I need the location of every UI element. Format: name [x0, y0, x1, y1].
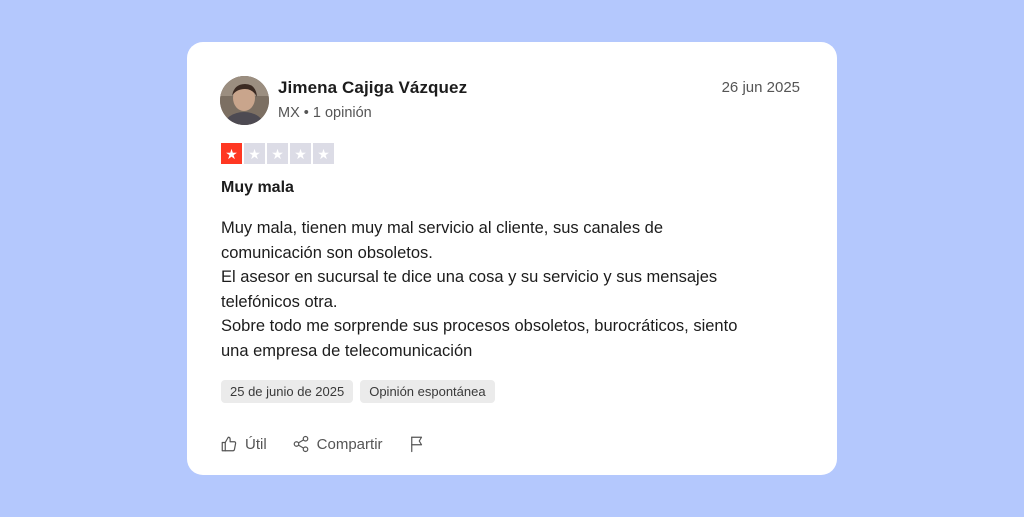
share-label: Compartir	[316, 435, 383, 453]
review-date: 26 jun 2025	[721, 79, 800, 96]
reviewer-meta: MX • 1 opinión	[278, 105, 372, 121]
review-body-line: Muy mala, tienen muy mal servicio al cli…	[221, 219, 664, 237]
review-body-line: telefónicos otra.	[221, 292, 338, 311]
review-body-line: comunicación son obsoletos.	[221, 243, 433, 262]
flag-icon	[408, 435, 426, 453]
useful-button[interactable]: Útil	[220, 435, 267, 453]
thumbs-up-icon	[220, 435, 238, 453]
star-rating: ★ ★ ★ ★ ★	[221, 143, 334, 164]
review-card: Jimena Cajiga Vázquez MX • 1 opinión 26 …	[187, 42, 837, 475]
star-icon: ★	[221, 143, 242, 164]
spontaneous-review-tag[interactable]: Opinión espontánea	[360, 380, 495, 403]
avatar[interactable]	[220, 76, 269, 125]
report-button[interactable]	[408, 435, 426, 453]
review-tags: 25 de junio de 2025 Opinión espontánea	[221, 380, 495, 403]
star-icon: ★	[244, 143, 265, 164]
share-icon	[292, 435, 310, 453]
review-body-line: una empresa de telecomunicación	[221, 341, 473, 360]
review-title: Muy mala	[221, 179, 294, 196]
review-actions: Útil Compartir	[220, 435, 426, 453]
reviewer-name[interactable]: Jimena Cajiga Vázquez	[278, 78, 467, 98]
review-body: Muy mala, tienen muy mal servicio al cli…	[221, 216, 811, 363]
review-body-line: Sobre todo me sorprende sus procesos obs…	[221, 317, 738, 335]
useful-label: Útil	[245, 435, 267, 453]
star-icon: ★	[290, 143, 311, 164]
experience-date-tag: 25 de junio de 2025	[221, 380, 354, 403]
star-icon: ★	[313, 143, 334, 164]
star-icon: ★	[267, 143, 288, 164]
review-body-line: El asesor en sucursal te dice una cosa y…	[221, 268, 718, 286]
share-button[interactable]: Compartir	[292, 435, 383, 453]
